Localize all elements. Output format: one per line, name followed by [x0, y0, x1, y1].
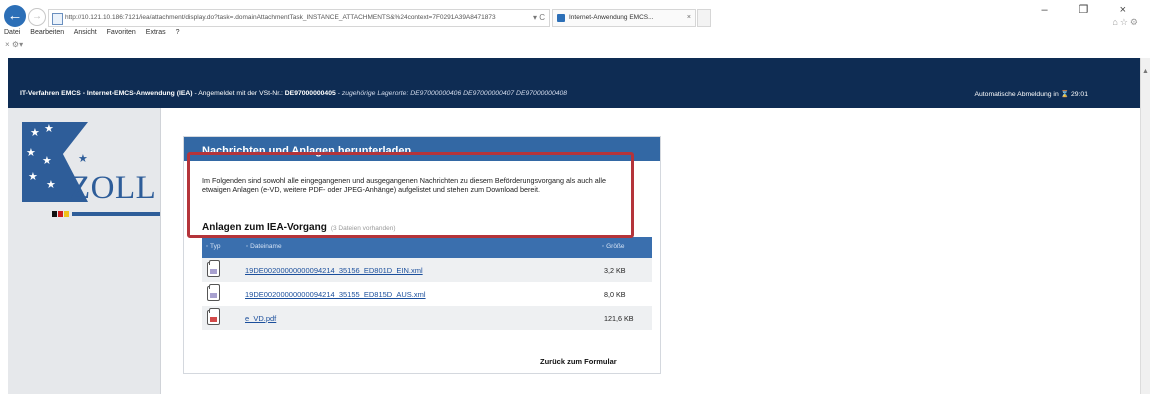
- star-icon: ★: [30, 127, 40, 139]
- pdf-file-icon[interactable]: [207, 308, 220, 325]
- login-prefix: - Angemeldet mit der VSt-Nr.:: [192, 90, 285, 97]
- menu-item-ansicht[interactable]: Ansicht: [74, 29, 97, 36]
- browser-chrome: ← → http://10.121.10.186:7121/iea/attach…: [0, 0, 1150, 58]
- column-header-name[interactable]: ◦ Dateiname: [246, 243, 282, 250]
- logo-bar: [72, 212, 160, 216]
- browser-tab[interactable]: Internet-Anwendung EMCS... ×: [552, 9, 696, 27]
- forward-button[interactable]: →: [28, 8, 46, 26]
- header-info: IT-Verfahren EMCS - Internet-EMCS-Anwend…: [20, 90, 567, 97]
- left-panel: ★ ★ ★ ★ ★ ★ ★ ZOLL: [8, 108, 161, 394]
- flag-red: [58, 211, 63, 217]
- star-icon: ★: [44, 123, 54, 135]
- table-row: 19DE00200000000094214_35155_ED815D_AUS.x…: [202, 282, 652, 306]
- card-title: Nachrichten und Anlagen herunterladen: [202, 145, 412, 157]
- zoll-logo: ★ ★ ★ ★ ★ ★ ★ ZOLL: [18, 118, 160, 218]
- auto-logout-timer: Automatische Abmeldung in ⌛ 29:01: [974, 90, 1088, 98]
- refresh-icon[interactable]: ▾ C: [533, 10, 545, 26]
- star-icon: ★: [42, 155, 52, 167]
- file-count: (3 Dateien vorhanden): [330, 225, 396, 232]
- lagerorte-label: - zugehörige Lagerorte:: [335, 90, 411, 97]
- attachments-title: Anlagen zum IEA-Vorgang: [202, 222, 327, 233]
- menu-item-bearbeiten[interactable]: Bearbeiten: [30, 29, 64, 36]
- column-header-type[interactable]: ◦ Typ: [206, 243, 220, 250]
- address-bar[interactable]: http://10.121.10.186:7121/iea/attachment…: [48, 9, 550, 27]
- zoll-wordmark: ZOLL: [70, 170, 157, 206]
- attachments-table: ◦ Typ ◦ Dateiname ◦ Größe 19DE0020000000…: [202, 237, 652, 330]
- tab-label[interactable]: Internet-Anwendung EMCS...: [569, 10, 654, 26]
- logout-time: 29:01: [1070, 91, 1088, 98]
- page-scrollbar[interactable]: ▲: [1140, 58, 1150, 394]
- back-to-form-link[interactable]: Zurück zum Formular: [540, 357, 617, 366]
- app-header: IT-Verfahren EMCS - Internet-EMCS-Anwend…: [8, 58, 1140, 108]
- star-icon: ★: [28, 171, 38, 183]
- intro-text: Im Folgenden sind sowohl alle eingegange…: [202, 176, 606, 195]
- star-icon: ★: [46, 179, 56, 191]
- file-size: 8,0 KB: [604, 290, 626, 299]
- tab-favicon-icon: [557, 14, 565, 22]
- toolbar-icons[interactable]: × ⚙▾: [5, 40, 23, 49]
- address-url[interactable]: http://10.121.10.186:7121/iea/attachment…: [65, 10, 505, 26]
- file-size: 3,2 KB: [604, 266, 626, 275]
- file-link[interactable]: e_VD.pdf: [245, 314, 276, 323]
- xml-file-icon[interactable]: [207, 260, 220, 277]
- hourglass-icon: ⌛: [1060, 91, 1070, 98]
- column-header-size[interactable]: ◦ Größe: [602, 243, 625, 250]
- card-header: Nachrichten und Anlagen herunterladen: [184, 137, 660, 161]
- favorites-icons[interactable]: ⌂☆⚙: [1112, 17, 1140, 28]
- new-tab-button[interactable]: [697, 9, 711, 27]
- flag-gold: [64, 211, 69, 217]
- menu-item-datei[interactable]: Datei: [4, 29, 20, 36]
- logout-label: Automatische Abmeldung in: [974, 91, 1061, 98]
- lagerorte-list: DE97000000406 DE97000000407 DE9700000040…: [410, 90, 568, 97]
- table-header: ◦ Typ ◦ Dateiname ◦ Größe: [202, 237, 652, 258]
- flag-black: [52, 211, 57, 217]
- file-link[interactable]: 19DE00200000000094214_35156_ED801D_EIN.x…: [245, 266, 423, 275]
- attachments-heading: Anlagen zum IEA-Vorgang (3 Dateien vorhan…: [202, 222, 396, 233]
- back-button[interactable]: ←: [4, 5, 26, 27]
- table-row: e_VD.pdf 121,6 KB: [202, 306, 652, 330]
- file-link[interactable]: 19DE00200000000094214_35155_ED815D_AUS.x…: [245, 290, 426, 299]
- window-controls[interactable]: – ❐ ×: [1041, 3, 1140, 16]
- file-size: 121,6 KB: [604, 314, 634, 323]
- app-title: IT-Verfahren EMCS - Internet-EMCS-Anwend…: [20, 90, 193, 97]
- vst-number: DE97000000405: [284, 90, 336, 97]
- page-icon: [52, 13, 63, 25]
- tab-close-icon[interactable]: ×: [687, 10, 691, 26]
- menu-item-favoriten[interactable]: Favoriten: [107, 29, 136, 36]
- table-row: 19DE00200000000094214_35156_ED801D_EIN.x…: [202, 258, 652, 282]
- menu-bar: Datei Bearbeiten Ansicht Favoriten Extra…: [4, 29, 187, 36]
- xml-file-icon[interactable]: [207, 284, 220, 301]
- menu-item-extras[interactable]: Extras: [146, 29, 166, 36]
- star-icon: ★: [26, 147, 36, 159]
- menu-item-help[interactable]: ?: [176, 29, 180, 36]
- download-card: Nachrichten und Anlagen herunterladen Im…: [183, 136, 661, 374]
- scroll-up-icon[interactable]: ▲: [1142, 68, 1149, 75]
- star-icon: ★: [78, 153, 88, 165]
